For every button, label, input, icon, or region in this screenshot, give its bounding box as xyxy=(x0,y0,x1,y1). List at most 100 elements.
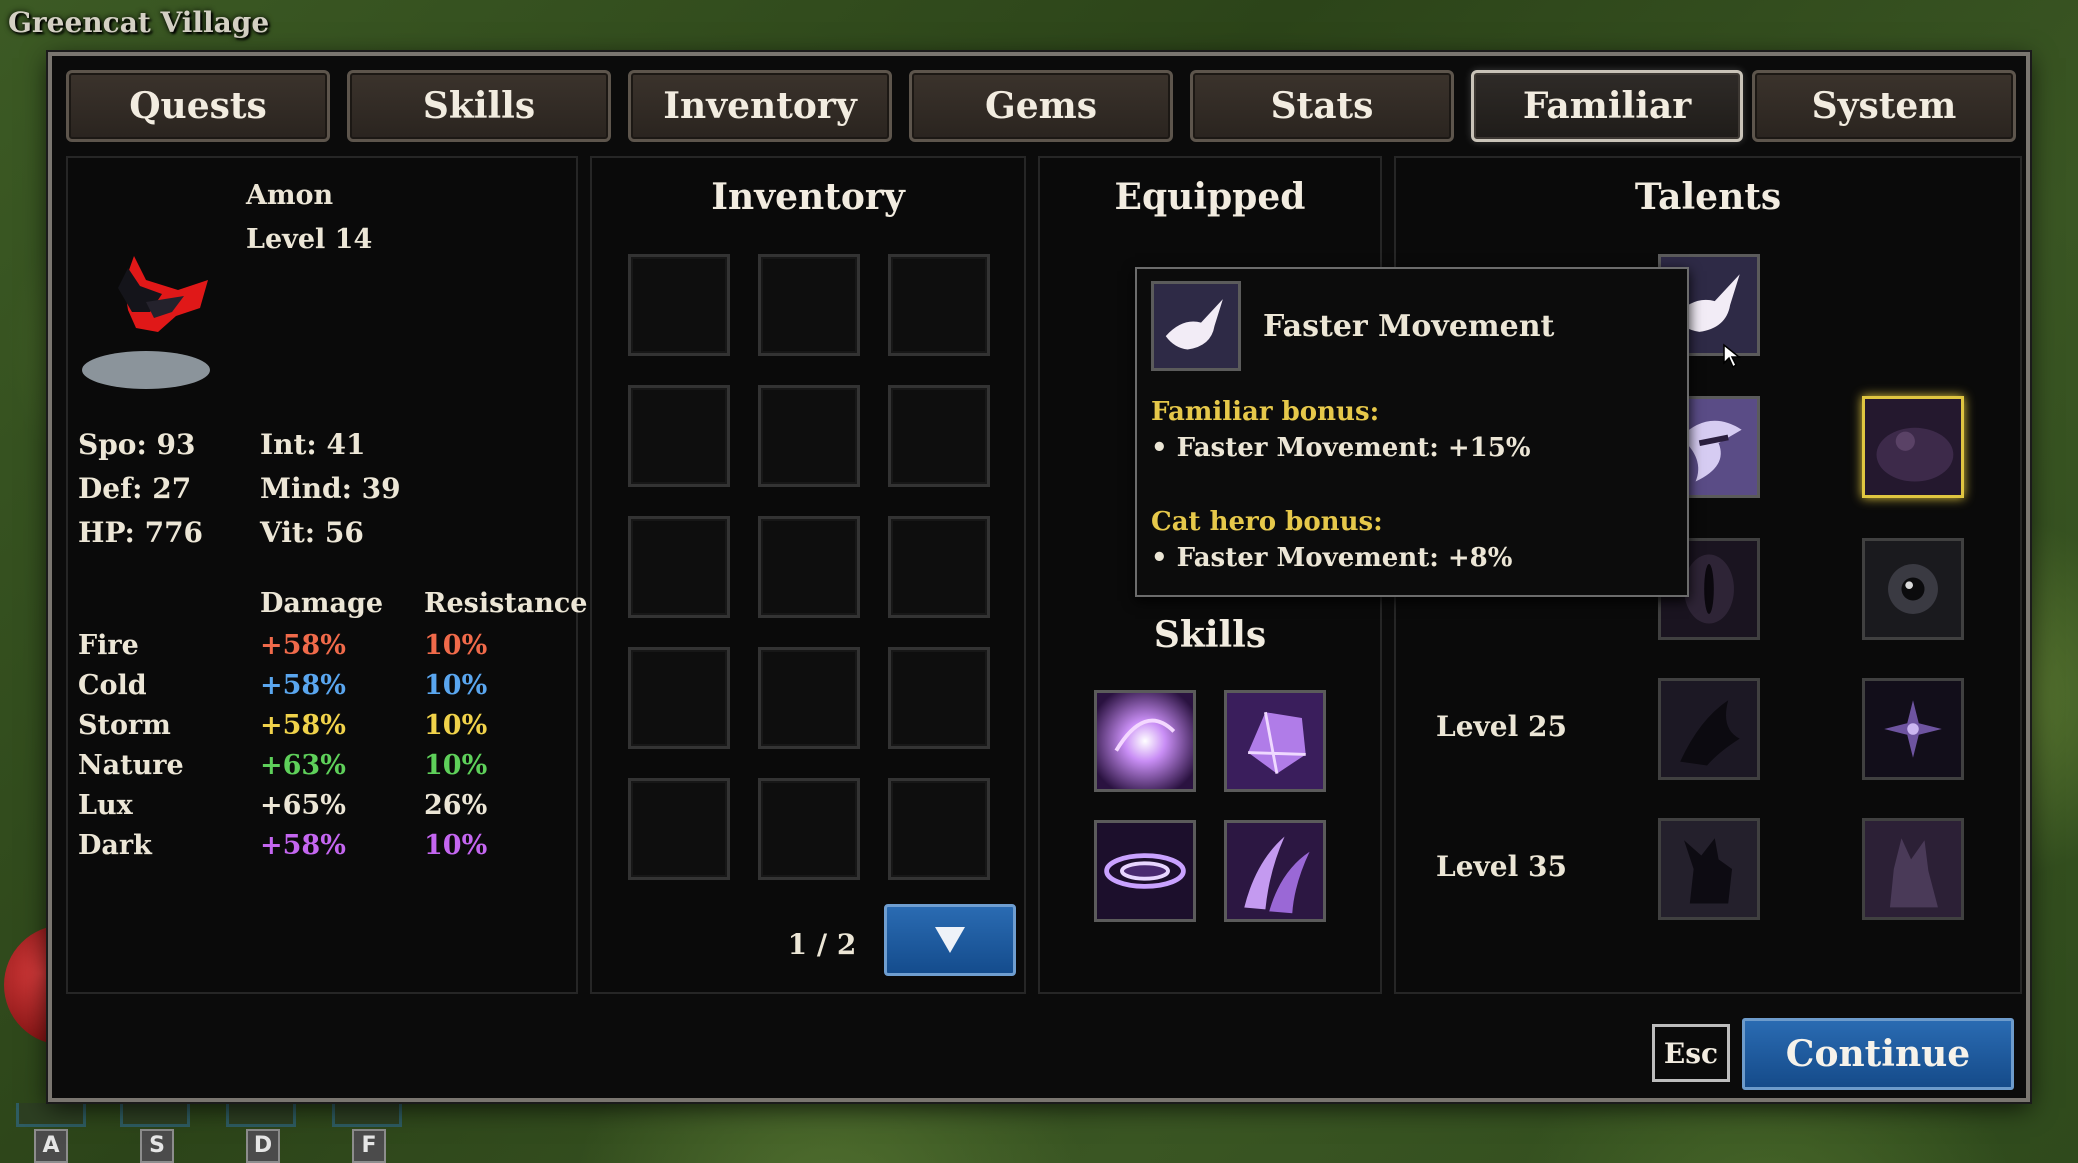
familiar-stats-panel: Amon Level 14 Spo: 93 Int: 41 Def: 27 Mi… xyxy=(66,156,588,994)
tab-system[interactable]: System xyxy=(1752,70,2016,142)
element-name: Lux xyxy=(78,790,133,821)
talent-level-25-label: Level 25 xyxy=(1436,710,1567,743)
hotkey-slot-f[interactable] xyxy=(332,1103,402,1127)
inventory-slot[interactable] xyxy=(888,254,990,356)
element-row-lux: Lux +65% 26% xyxy=(78,790,558,830)
element-name: Fire xyxy=(78,630,139,661)
familiar-name: Amon xyxy=(246,180,334,211)
dark-star-talent-icon[interactable] xyxy=(1862,678,1964,780)
element-row-dark: Dark +58% 10% xyxy=(78,830,558,870)
element-damage: +63% xyxy=(260,750,346,781)
tab-stats[interactable]: Stats xyxy=(1190,70,1454,142)
hotkey-letter-f: F xyxy=(352,1129,386,1163)
equipped-title: Equipped xyxy=(1114,176,1306,218)
inventory-slot[interactable] xyxy=(888,385,990,487)
resistance-header: Resistance xyxy=(424,588,588,619)
hotkey-slot-a[interactable] xyxy=(16,1103,86,1127)
inventory-slot[interactable] xyxy=(628,254,730,356)
inventory-slot[interactable] xyxy=(758,254,860,356)
element-resistance: 10% xyxy=(424,830,488,861)
element-row-storm: Storm +58% 10% xyxy=(78,710,558,750)
continue-button[interactable]: Continue xyxy=(1742,1018,2014,1090)
orb-eye-talent-icon[interactable] xyxy=(1862,538,1964,640)
element-resistance: 10% xyxy=(424,750,488,781)
familiar-portrait-icon xyxy=(118,256,208,332)
talent-level-35-label: Level 35 xyxy=(1436,850,1567,883)
tab-familiar[interactable]: Familiar xyxy=(1471,70,1743,142)
tab-inventory[interactable]: Inventory xyxy=(628,70,892,142)
element-damage: +58% xyxy=(260,710,346,741)
familiar-level: Level 14 xyxy=(246,224,373,255)
element-row-nature: Nature +63% 10% xyxy=(78,750,558,790)
inventory-slot[interactable] xyxy=(758,778,860,880)
hotkey-slot-d[interactable] xyxy=(226,1103,296,1127)
stat-spo: Spo: 93 xyxy=(78,428,196,461)
element-resistance: 26% xyxy=(424,790,488,821)
talents-title: Talents xyxy=(1634,176,1782,218)
hotkey-bar: A S D F xyxy=(16,1103,436,1163)
tooltip-cat-bonus-line: • Faster Movement: +8% xyxy=(1151,543,1513,573)
shadow-hand-talent-icon[interactable] xyxy=(1658,678,1760,780)
inventory-slot[interactable] xyxy=(888,778,990,880)
element-resistance: 10% xyxy=(424,630,488,661)
element-name: Nature xyxy=(78,750,184,781)
hotkey-letter-d: D xyxy=(246,1129,280,1163)
next-page-button[interactable] xyxy=(884,904,1016,976)
damage-header: Damage xyxy=(260,588,384,619)
character-menu-panel: Quests Skills Inventory Gems Stats Famil… xyxy=(48,52,2030,1102)
tooltip-cat-bonus-heading: Cat hero bonus: xyxy=(1151,507,1383,537)
hotkey-letter-a: A xyxy=(34,1129,68,1163)
inventory-page-indicator: 1 / 2 xyxy=(787,928,857,961)
arcane-orb-icon[interactable] xyxy=(1094,690,1196,792)
element-row-cold: Cold +58% 10% xyxy=(78,670,558,710)
dark-eye-talent-icon[interactable] xyxy=(1862,396,1964,498)
inventory-slot[interactable] xyxy=(888,516,990,618)
inventory-panel: Inventory 1 / 2 xyxy=(590,156,1026,994)
location-name: Greencat Village xyxy=(8,6,270,39)
esc-button[interactable]: Esc xyxy=(1652,1024,1730,1082)
spectral-horned-talent-icon[interactable] xyxy=(1862,818,1964,920)
element-resistance: 10% xyxy=(424,670,488,701)
tab-gems[interactable]: Gems xyxy=(909,70,1173,142)
inventory-slot[interactable] xyxy=(758,647,860,749)
element-damage: +58% xyxy=(260,830,346,861)
arrow-down-icon xyxy=(935,927,965,953)
shadow-claws-icon[interactable] xyxy=(1224,820,1326,922)
stat-int: Int: 41 xyxy=(260,428,366,461)
void-vortex-icon[interactable] xyxy=(1094,820,1196,922)
inventory-slot[interactable] xyxy=(628,647,730,749)
element-damage: +58% xyxy=(260,630,346,661)
skills-title: Skills xyxy=(1153,614,1267,656)
stat-def: Def: 27 xyxy=(78,472,192,505)
tab-quests[interactable]: Quests xyxy=(66,70,330,142)
tooltip-familiar-bonus-line: • Faster Movement: +15% xyxy=(1151,433,1531,463)
inventory-title: Inventory xyxy=(711,176,905,218)
element-resistance: 10% xyxy=(424,710,488,741)
element-name: Dark xyxy=(78,830,152,861)
crystal-shard-icon[interactable] xyxy=(1224,690,1326,792)
hotkey-slot-s[interactable] xyxy=(120,1103,190,1127)
inventory-slot[interactable] xyxy=(628,516,730,618)
tab-skills[interactable]: Skills xyxy=(347,70,611,142)
talent-tooltip: Faster Movement Familiar bonus: • Faster… xyxy=(1135,267,1689,597)
tooltip-familiar-bonus-heading: Familiar bonus: xyxy=(1151,397,1380,427)
stat-hp: HP: 776 xyxy=(78,516,204,549)
tooltip-title: Faster Movement xyxy=(1263,309,1555,344)
shadow-beast-talent-icon[interactable] xyxy=(1658,818,1760,920)
tooltip-faster-movement-icon xyxy=(1151,281,1241,371)
element-name: Storm xyxy=(78,710,171,741)
inventory-slot[interactable] xyxy=(758,516,860,618)
inventory-slot[interactable] xyxy=(888,647,990,749)
element-name: Cold xyxy=(78,670,147,701)
element-row-fire: Fire +58% 10% xyxy=(78,630,558,670)
inventory-slot[interactable] xyxy=(628,778,730,880)
inventory-slot[interactable] xyxy=(758,385,860,487)
element-damage: +58% xyxy=(260,670,346,701)
element-damage: +65% xyxy=(260,790,346,821)
inventory-slot[interactable] xyxy=(628,385,730,487)
mouse-cursor-icon xyxy=(1723,343,1742,369)
stat-vit: Vit: 56 xyxy=(260,516,364,549)
familiar-shadow xyxy=(82,351,210,389)
hotkey-letter-s: S xyxy=(140,1129,174,1163)
stat-mind: Mind: 39 xyxy=(260,472,401,505)
